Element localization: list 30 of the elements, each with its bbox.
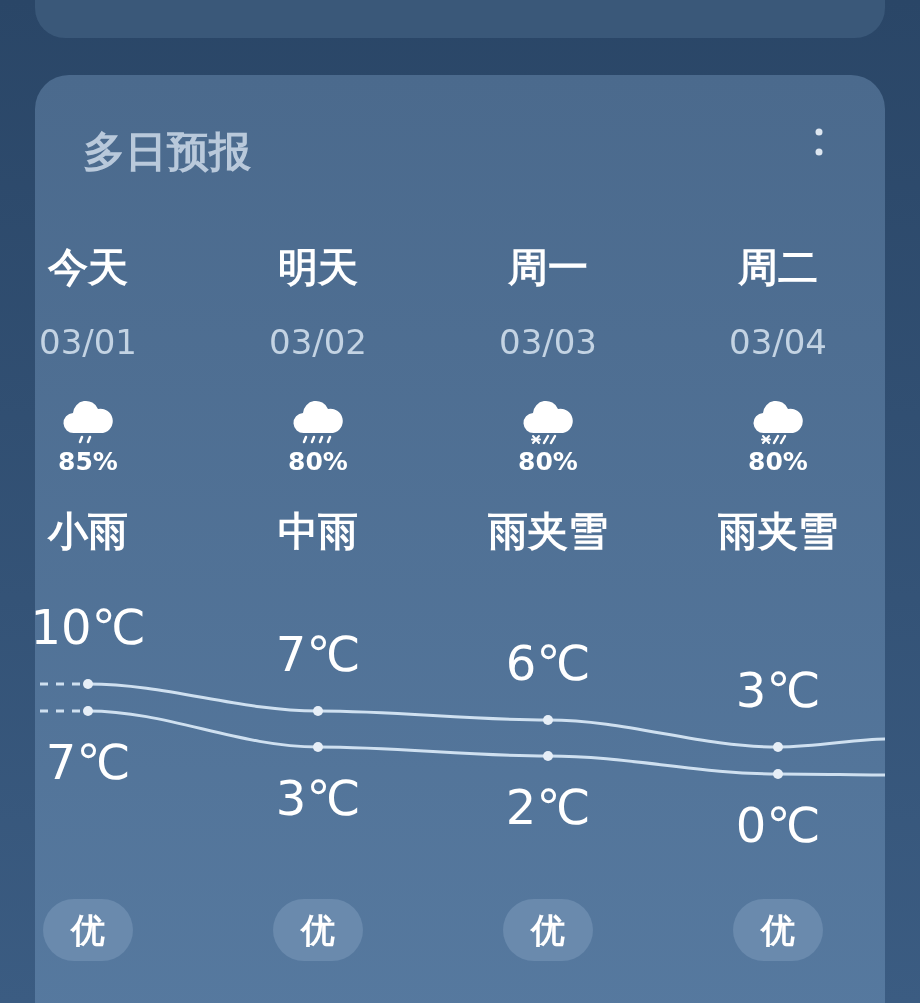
- air-quality-badge: 优: [503, 899, 593, 961]
- weather-condition: 小雨: [48, 511, 128, 551]
- date-label: 03/02: [269, 325, 367, 359]
- day-name: 今天: [48, 247, 128, 287]
- card-title: 多日预报: [83, 131, 251, 173]
- precipitation-chance: 85%: [58, 449, 118, 474]
- air-quality-badge: 优: [273, 899, 363, 961]
- temperature-label: 3℃: [735, 662, 821, 718]
- temperature-label: 3℃: [275, 770, 361, 826]
- air-quality-badge: 优: [43, 899, 133, 961]
- date-label: 03/01: [39, 325, 137, 359]
- day-name: 明天: [278, 247, 358, 287]
- day-name: 周一: [508, 247, 588, 287]
- precipitation-chance: 80%: [518, 449, 578, 474]
- temperature-label: 2℃: [505, 779, 591, 835]
- weather-condition: 中雨: [278, 511, 358, 551]
- temperature-label: 7℃: [45, 734, 131, 790]
- temperature-label: 0℃: [735, 797, 821, 853]
- day-name: 周二: [738, 247, 818, 287]
- weather-condition: 雨夹雪: [488, 511, 608, 551]
- temperature-label: 6℃: [505, 635, 591, 691]
- air-quality-badge: 优: [733, 899, 823, 961]
- temperature-label: 7℃: [275, 626, 361, 682]
- date-label: 03/03: [499, 325, 597, 359]
- precipitation-chance: 80%: [748, 449, 808, 474]
- temperature-label: 10℃: [35, 599, 146, 655]
- date-label: 03/04: [729, 325, 827, 359]
- weather-condition: 雨夹雪: [718, 511, 838, 551]
- more-icon[interactable]: [815, 127, 823, 157]
- precipitation-chance: 80%: [288, 449, 348, 474]
